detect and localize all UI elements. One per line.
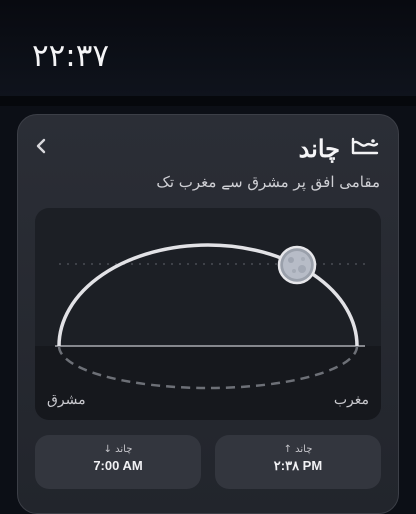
title-row: چاند [299, 133, 380, 163]
below-horizon-area [35, 346, 381, 420]
card-subtitle: مقامی افق پر مشرق سے مغرب تک [156, 173, 380, 191]
moonrise-label: چاند ↑ [283, 444, 313, 455]
moon-icon [277, 245, 317, 285]
moon-horizon-icon [350, 135, 380, 161]
card-title: چاند [298, 133, 340, 163]
moon-card: چاند مقامی افق پر مشرق سے مغرب تک مشرق م… [17, 114, 399, 514]
east-label: مشرق [47, 392, 86, 408]
moonset-time: 7:00 AM [93, 458, 143, 473]
divider [0, 96, 416, 106]
clock-time: ۲۲:۳۷ [32, 38, 110, 74]
chevron-left-icon[interactable] [34, 135, 50, 157]
west-label: مغرب [333, 392, 369, 408]
moonrise-tile[interactable]: چاند ↑ ۲:۳۸ PM [215, 435, 381, 489]
moonset-tile[interactable]: چاند ↓ 7:00 AM [35, 435, 201, 489]
moon-path-chart: مشرق مغرب [35, 208, 381, 420]
moonset-label: چاند ↓ [103, 444, 133, 455]
status-area: ۲۲:۳۷ [0, 0, 416, 96]
moonrise-time: ۲:۳۸ PM [273, 458, 323, 473]
